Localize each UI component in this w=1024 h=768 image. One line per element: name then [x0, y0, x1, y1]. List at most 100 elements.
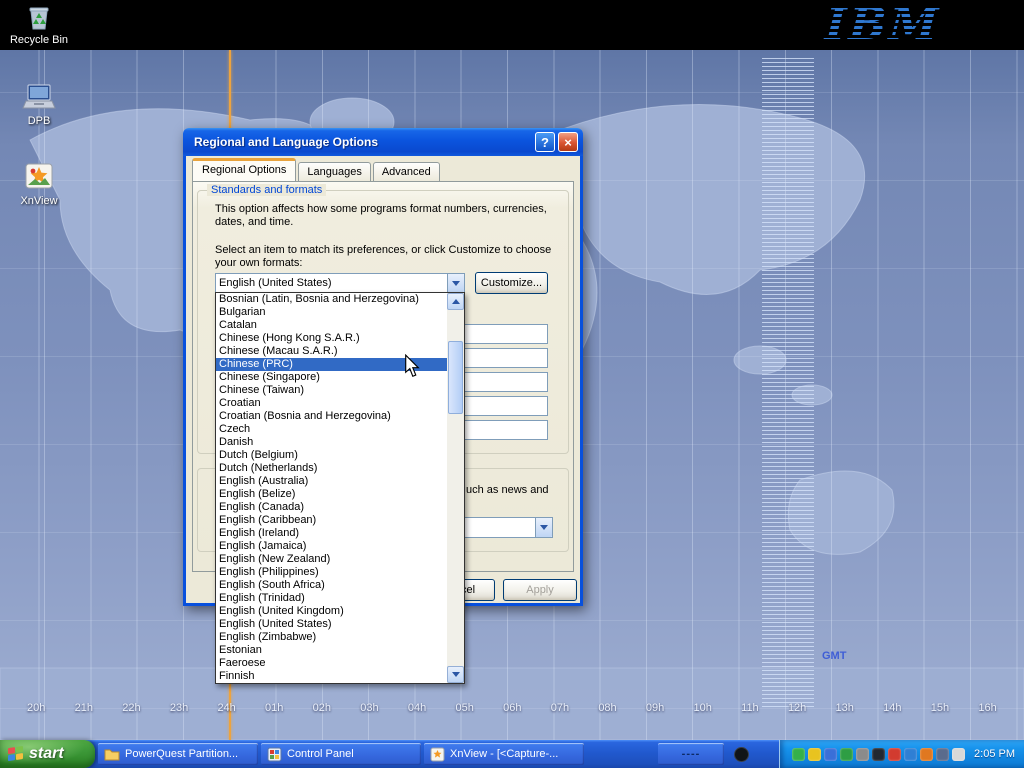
dropdown-item[interactable]: Finnish [216, 670, 447, 683]
location-dropdown-button[interactable] [535, 518, 552, 537]
dropdown-item[interactable]: Catalan [216, 319, 447, 332]
tray-icon[interactable] [824, 748, 837, 761]
dialog-titlebar[interactable]: Regional and Language Options ? × [183, 128, 583, 156]
mouse-cursor [404, 354, 420, 383]
hour-label: 07h [551, 702, 569, 714]
hour-label: 05h [455, 702, 473, 714]
dropdown-item[interactable]: English (Canada) [216, 501, 447, 514]
tab-languages[interactable]: Languages [298, 162, 370, 181]
dialog-title: Regional and Language Options [194, 135, 532, 149]
start-label: start [29, 745, 64, 763]
location-text-fragment: uch as news and [466, 484, 566, 497]
chevron-down-icon [452, 672, 460, 677]
task-button-overflow[interactable]: ---- [658, 743, 724, 765]
dropdown-item[interactable]: Bulgarian [216, 306, 447, 319]
dropdown-item[interactable]: Chinese (Taiwan) [216, 384, 447, 397]
hour-label: 20h [27, 702, 45, 714]
dropdown-item[interactable]: English (Belize) [216, 488, 447, 501]
dropdown-item[interactable]: Danish [216, 436, 447, 449]
overflow-label: ---- [682, 748, 701, 760]
dropdown-item[interactable]: Dutch (Netherlands) [216, 462, 447, 475]
dropdown-item[interactable]: English (United States) [216, 618, 447, 631]
dropdown-item[interactable]: English (South Africa) [216, 579, 447, 592]
tab-regional-options[interactable]: Regional Options [192, 158, 296, 181]
cursor-arrow-icon [404, 354, 420, 378]
taskbar-clock[interactable]: 2:05 PM [974, 748, 1015, 760]
format-combobox[interactable]: English (United States) [215, 273, 465, 293]
dropdown-item[interactable]: Czech [216, 423, 447, 436]
apply-button: Apply [503, 579, 577, 601]
tray-icon[interactable] [920, 748, 933, 761]
folder-icon [104, 747, 120, 761]
dropdown-item[interactable]: English (Trinidad) [216, 592, 447, 605]
hour-label: 23h [170, 702, 188, 714]
tray-icon[interactable] [952, 748, 965, 761]
dropdown-scrollbar[interactable] [447, 293, 464, 683]
dropdown-items: Bosnian (Latin, Bosnia and Herzegovina)B… [216, 293, 447, 683]
dropdown-item[interactable]: Croatian [216, 397, 447, 410]
task-label: PowerQuest Partition... [125, 748, 238, 760]
dropdown-item[interactable]: Estonian [216, 644, 447, 657]
tray-icon[interactable] [840, 748, 853, 761]
tray-icon[interactable] [936, 748, 949, 761]
customize-button[interactable]: Customize... [475, 272, 548, 294]
dropdown-item[interactable]: English (Caribbean) [216, 514, 447, 527]
recycle-bin-shortcut[interactable]: Recycle Bin [6, 3, 72, 46]
hour-label: 22h [122, 702, 140, 714]
desktop: GMT 20h21h22h23h24h01h02h03h04h05h06h07h… [0, 0, 1024, 768]
dropdown-item[interactable]: English (Zimbabwe) [216, 631, 447, 644]
tray-icon[interactable] [888, 748, 901, 761]
control-panel-icon [267, 747, 282, 762]
dropdown-item[interactable]: English (Ireland) [216, 527, 447, 540]
xnview-icon [23, 160, 55, 192]
tab-advanced[interactable]: Advanced [373, 162, 440, 181]
scroll-up-button[interactable] [447, 293, 464, 310]
close-button[interactable]: × [558, 132, 578, 152]
hour-label: 24h [217, 702, 235, 714]
date-line-hatching [762, 58, 814, 708]
dropdown-item[interactable]: Faeroese [216, 657, 447, 670]
tab-strip: Regional Options Languages Advanced [192, 159, 442, 181]
tray-icon[interactable] [872, 748, 885, 761]
recycle-bin-label: Recycle Bin [6, 34, 72, 46]
dropdown-item[interactable]: English (United Kingdom) [216, 605, 447, 618]
tray-icon[interactable] [904, 748, 917, 761]
task-button-xnview[interactable]: XnView - [<Capture-... [424, 743, 584, 765]
task-label: XnView - [<Capture-... [450, 748, 558, 760]
task-button-powerquest[interactable]: PowerQuest Partition... [98, 743, 258, 765]
gmt-label: GMT [822, 650, 846, 662]
tray-icon[interactable] [792, 748, 805, 761]
hour-label: 10h [694, 702, 712, 714]
dropdown-item[interactable]: Bosnian (Latin, Bosnia and Herzegovina) [216, 293, 447, 306]
task-button-control-panel[interactable]: Control Panel [261, 743, 421, 765]
start-button[interactable]: start [0, 740, 95, 768]
help-button[interactable]: ? [535, 132, 555, 152]
dropdown-item[interactable]: English (Philippines) [216, 566, 447, 579]
dropdown-item[interactable]: English (Jamaica) [216, 540, 447, 553]
tray-icon[interactable] [808, 748, 821, 761]
tray-icon[interactable] [856, 748, 869, 761]
hour-label: 15h [931, 702, 949, 714]
hour-label: 02h [313, 702, 331, 714]
hour-scale: 20h21h22h23h24h01h02h03h04h05h06h07h08h0… [0, 702, 1024, 714]
hour-label: 14h [883, 702, 901, 714]
top-black-bar: IBM [0, 0, 1024, 50]
scrollbar-thumb[interactable] [448, 341, 463, 414]
hour-label: 21h [75, 702, 93, 714]
dropdown-item[interactable]: English (New Zealand) [216, 553, 447, 566]
hour-label: 06h [503, 702, 521, 714]
combobox-dropdown-button[interactable] [447, 274, 464, 292]
hour-label: 12h [788, 702, 806, 714]
xnview-task-icon [430, 747, 445, 762]
ibm-logo-stripes [819, 2, 946, 48]
dropdown-item[interactable]: Chinese (Hong Kong S.A.R.) [216, 332, 447, 345]
xnview-shortcut[interactable]: XnView [6, 160, 72, 207]
taskbar-dark-icon[interactable] [734, 747, 749, 762]
dropdown-item[interactable]: Dutch (Belgium) [216, 449, 447, 462]
scroll-down-button[interactable] [447, 666, 464, 683]
dropdown-item[interactable]: Croatian (Bosnia and Herzegovina) [216, 410, 447, 423]
standards-description: This option affects how some programs fo… [215, 203, 563, 229]
system-tray: 2:05 PM [779, 740, 1024, 768]
dropdown-item[interactable]: English (Australia) [216, 475, 447, 488]
dpb-shortcut[interactable]: DPB [6, 82, 72, 127]
